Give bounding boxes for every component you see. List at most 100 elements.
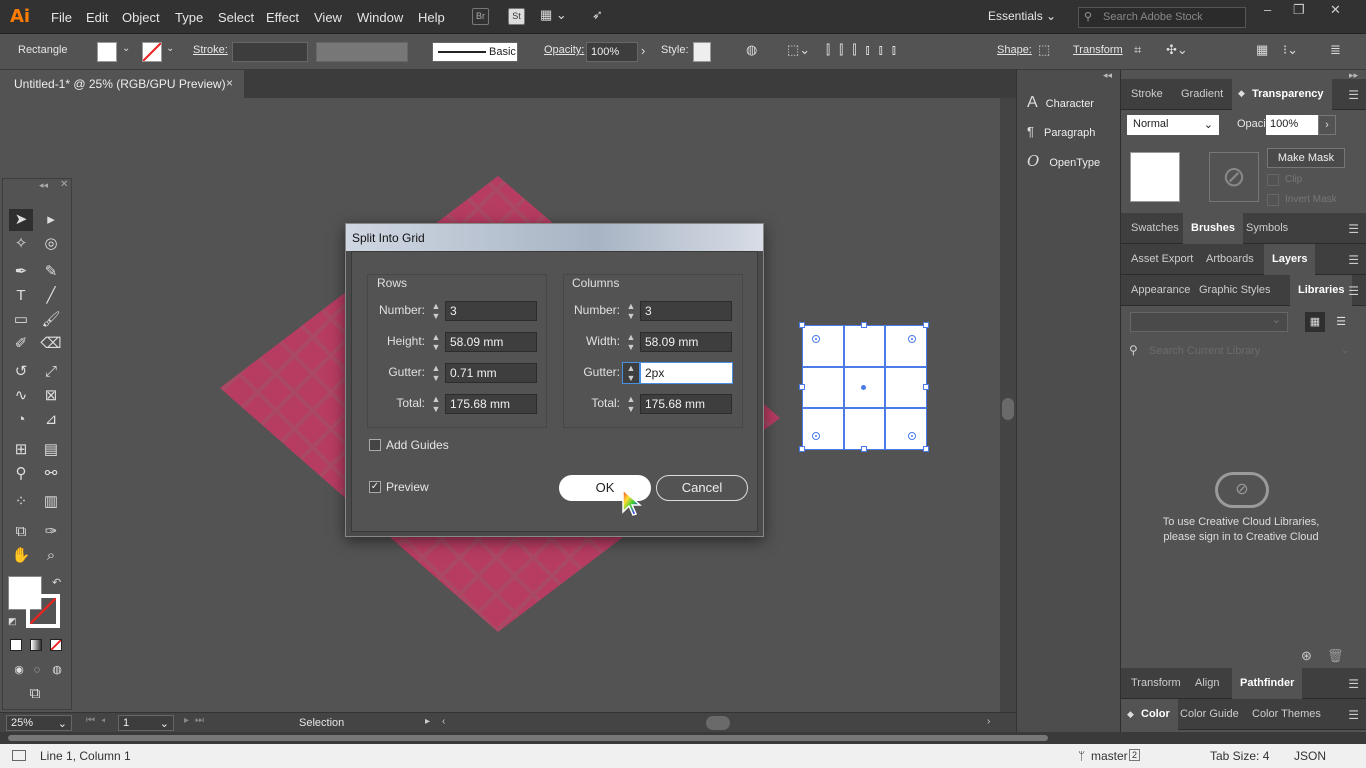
zoom-level-field[interactable]: 25% ⌄ (6, 715, 72, 731)
rectangle-tool-icon[interactable]: ▭ (9, 309, 33, 331)
horizontal-scroll-thumb[interactable] (706, 716, 730, 730)
panel-menu-icon[interactable]: ☰ (1348, 253, 1359, 267)
rows-total-stepper[interactable]: ▲ ▼ (430, 394, 442, 414)
tab-color-guide[interactable]: Color Guide (1172, 699, 1247, 730)
blend-mode-select[interactable]: Normal ⌄ (1127, 115, 1219, 135)
tab-swatches[interactable]: Swatches (1123, 213, 1187, 244)
shaper-tool-icon[interactable]: ✐ (9, 333, 33, 355)
menu-help[interactable]: Help (418, 10, 445, 25)
tab-layers[interactable]: Layers (1264, 244, 1316, 275)
tab-asset-export[interactable]: Asset Export (1123, 244, 1201, 275)
tab-align[interactable]: Align (1187, 668, 1227, 699)
menu-file[interactable]: File (51, 10, 72, 25)
add-guides-label[interactable]: Add Guides (386, 438, 449, 452)
rows-gutter-input[interactable] (445, 363, 537, 383)
close-panel-icon[interactable]: ✕ (60, 179, 68, 190)
panel-menu-icon[interactable]: ☰ (1348, 677, 1359, 691)
dialog-title[interactable]: Split Into Grid (346, 224, 763, 251)
menu-type[interactable]: Type (175, 10, 203, 25)
character-panel-button[interactable]: A Character (1027, 94, 1094, 120)
bounding-handle[interactable] (923, 446, 929, 452)
stroke-color-swatch[interactable] (26, 594, 60, 628)
shape-builder-tool-icon[interactable]: ◔ (9, 409, 33, 431)
pen-tool-icon[interactable]: ✒ (9, 261, 33, 283)
make-mask-button[interactable]: Make Mask (1267, 148, 1345, 168)
scroll-left-icon[interactable]: ‹ (442, 716, 445, 727)
split-grid-object[interactable] (799, 322, 929, 452)
gpu-performance-icon[interactable]: ➶ (592, 7, 603, 23)
direct-selection-tool-icon[interactable]: ▸ (39, 209, 63, 231)
menu-view[interactable]: View (314, 10, 342, 25)
color-mode-icon[interactable] (10, 639, 22, 651)
gradient-mode-icon[interactable] (30, 639, 42, 651)
shape-icon[interactable]: ⬚ (1038, 42, 1050, 58)
warp-tool-icon[interactable]: ∿ (9, 385, 33, 407)
align-buttons-icon[interactable]: ⫿⫿⫿⫾⫾⫾ (826, 42, 905, 58)
panel-grid-icon[interactable]: ▦ (1256, 42, 1268, 58)
tab-appearance[interactable]: Appearance (1123, 275, 1198, 306)
graphic-style-swatch[interactable] (693, 42, 711, 62)
bounding-handle[interactable] (861, 446, 867, 452)
stroke-weight-field[interactable] (232, 42, 308, 62)
artboard-tool-icon[interactable]: ⧉ (9, 521, 33, 543)
bounding-handle[interactable] (799, 322, 805, 328)
branch-name[interactable]: master (1091, 749, 1128, 763)
opentype-panel-button[interactable]: O OpenType (1027, 152, 1100, 178)
menu-select[interactable]: Select (218, 10, 254, 25)
bounding-handle[interactable] (861, 322, 867, 328)
library-search-input[interactable]: Search Current Library (1149, 345, 1260, 357)
panel-menu-icon[interactable]: ☰ (1348, 222, 1359, 236)
graph-tool-icon[interactable]: ▥ (39, 491, 63, 513)
tab-gradient[interactable]: Gradient (1173, 79, 1231, 110)
free-transform-tool-icon[interactable]: ⊠ (39, 385, 63, 407)
rows-number-input[interactable] (445, 301, 537, 321)
zoom-tool-icon[interactable]: ⌕ (39, 545, 63, 567)
collapse-icon[interactable]: ◂◂ (39, 180, 48, 191)
tab-artboards[interactable]: Artboards (1198, 244, 1262, 275)
bridge-icon[interactable]: Br (472, 8, 489, 25)
transparency-opacity-field[interactable]: 100% (1266, 115, 1318, 135)
chevron-down-icon[interactable]: ⌄ (122, 43, 130, 54)
vertical-scroll-thumb[interactable] (1002, 398, 1014, 420)
paragraph-panel-button[interactable]: ¶ Paragraph (1027, 124, 1095, 150)
slice-tool-icon[interactable]: ✑ (39, 521, 63, 543)
tab-pathfinder[interactable]: Pathfinder (1232, 668, 1303, 699)
expand-dock-icon[interactable]: ◂◂ (1103, 70, 1112, 81)
paintbrush-tool-icon[interactable]: 🖌 (39, 309, 63, 331)
stroke-label[interactable]: Stroke: (193, 44, 228, 56)
variable-width-field[interactable] (316, 42, 408, 62)
default-colors-icon[interactable]: ◩ (8, 616, 17, 627)
isolate-icon[interactable]: ⌗ (1134, 42, 1141, 58)
screen-mode-icon[interactable]: ⧉ (23, 683, 47, 705)
transform-link[interactable]: Transform (1073, 44, 1123, 56)
artboard-nav-next-icon[interactable]: ▸⏭ (184, 715, 210, 726)
perspective-grid-tool-icon[interactable]: ⊿ (39, 409, 63, 431)
symbol-sprayer-tool-icon[interactable]: ⁘ (9, 491, 33, 513)
magic-wand-tool-icon[interactable]: ✧ (9, 233, 33, 255)
swap-colors-icon[interactable]: ↶ (52, 576, 61, 589)
panel-menu-icon[interactable]: ⁝⌄ (1283, 42, 1298, 58)
mesh-tool-icon[interactable]: ⊞ (9, 439, 33, 461)
gradient-tool-icon[interactable]: ▤ (39, 439, 63, 461)
hand-tool-icon[interactable]: ✋ (9, 545, 33, 567)
tab-graphic-styles[interactable]: Graphic Styles (1191, 275, 1279, 306)
panel-menu-icon[interactable]: ☰ (1348, 88, 1359, 102)
clip-checkbox[interactable] (1267, 174, 1279, 186)
columns-number-input[interactable] (640, 301, 732, 321)
close-window-icon[interactable]: ✕ (1330, 2, 1341, 18)
close-tab-icon[interactable]: × (226, 76, 233, 90)
draw-inside-icon[interactable]: ◍ (45, 659, 69, 681)
chevron-down-icon[interactable]: ⌄ (1341, 345, 1349, 356)
recolor-artwork-icon[interactable]: ◍ (746, 42, 757, 58)
columns-gutter-stepper[interactable]: ▲ ▼ (622, 362, 640, 384)
chevron-down-icon[interactable]: ⌄ (166, 43, 174, 54)
columns-total-input[interactable] (640, 394, 732, 414)
document-tab[interactable]: Untitled-1* @ 25% (RGB/GPU Preview) × (0, 70, 244, 98)
eraser-tool-icon[interactable]: ⌫ (39, 333, 63, 355)
menu-object[interactable]: Object (122, 10, 160, 25)
tab-color-themes[interactable]: Color Themes (1244, 699, 1329, 730)
menu-edit[interactable]: Edit (86, 10, 108, 25)
tab-stroke[interactable]: Stroke (1123, 79, 1171, 110)
chevron-right-icon[interactable]: › (641, 43, 645, 58)
library-select[interactable]: ⌄ (1130, 312, 1288, 332)
